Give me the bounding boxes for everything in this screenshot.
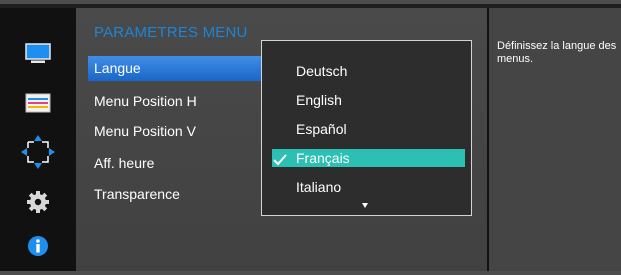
option-english[interactable]: English bbox=[272, 91, 465, 109]
option-italiano[interactable]: Italiano bbox=[272, 178, 465, 196]
option-label: English bbox=[296, 92, 342, 108]
help-panel: Définissez la langue des menus. bbox=[489, 8, 621, 271]
option-label: Italiano bbox=[296, 179, 342, 195]
option-francais[interactable]: Français bbox=[272, 149, 465, 167]
checkmark-icon bbox=[273, 152, 287, 170]
menu-item-transparence[interactable]: Transparence bbox=[88, 182, 276, 207]
menu-item-position-h[interactable]: Menu Position H bbox=[88, 89, 276, 114]
option-espanol[interactable]: Español bbox=[272, 120, 465, 138]
menu-item-position-v[interactable]: Menu Position V bbox=[88, 119, 276, 144]
picture-settings-icon[interactable] bbox=[24, 89, 52, 117]
sidebar bbox=[0, 8, 76, 271]
gear-icon[interactable] bbox=[24, 188, 52, 216]
option-label: Français bbox=[296, 150, 350, 166]
option-label: Deutsch bbox=[296, 63, 348, 79]
chevron-down-icon[interactable] bbox=[362, 203, 368, 208]
menu-title: PARAMETRES MENU bbox=[94, 24, 248, 41]
monitor-icon[interactable] bbox=[24, 40, 52, 68]
option-label: Español bbox=[296, 121, 347, 137]
language-dropdown[interactable]: Deutsch English Español Français Italian… bbox=[261, 40, 472, 216]
osd-window: PARAMETRES MENU Langue Menu Position H M… bbox=[0, 0, 621, 275]
menu-item-langue[interactable]: Langue bbox=[88, 56, 276, 81]
info-icon[interactable] bbox=[24, 232, 52, 260]
menu-item-aff-heure[interactable]: Aff. heure bbox=[88, 151, 276, 176]
option-deutsch[interactable]: Deutsch bbox=[272, 62, 465, 80]
position-arrows-icon[interactable] bbox=[20, 134, 56, 170]
help-text: Définissez la langue des menus. bbox=[497, 40, 617, 65]
